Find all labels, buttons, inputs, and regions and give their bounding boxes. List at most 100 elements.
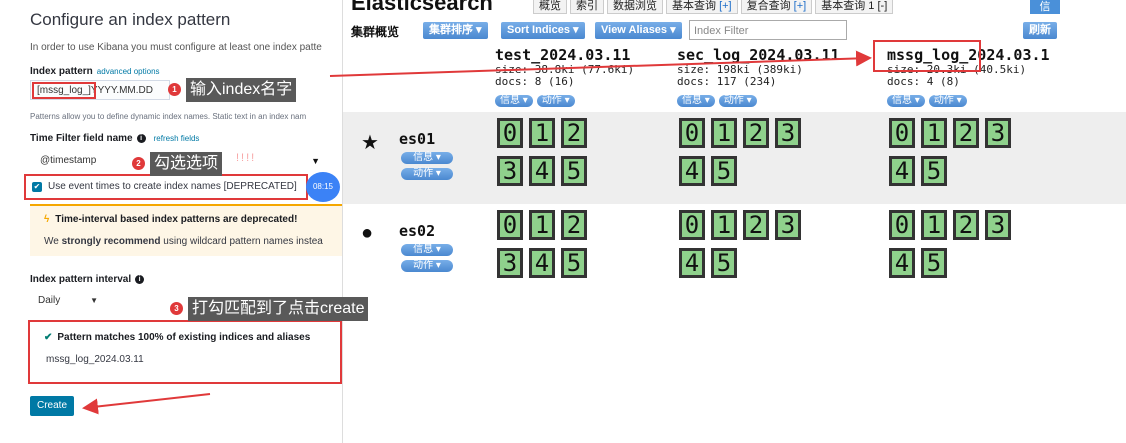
shard-cell[interactable]: 2 <box>561 210 587 240</box>
shard-cell[interactable]: 4 <box>679 248 705 278</box>
shard-cell[interactable]: 0 <box>889 210 915 240</box>
interval-select[interactable]: Daily ▼ <box>30 292 102 310</box>
elasticsearch-head-panel: Elasticsearch 概览 索引 数据浏览 基本查询 [+] 复合查询 [+] 基本… <box>342 0 1126 443</box>
step-2-badge: 2 <box>132 157 145 170</box>
tab-compound-query-label: 复合查询 <box>746 0 791 12</box>
time-field-label-text: Time Filter field name <box>30 133 133 144</box>
top-info-button[interactable]: 信 <box>1030 0 1060 14</box>
shard-cell[interactable]: 0 <box>679 118 705 148</box>
shard-group: 012 345 <box>497 118 667 194</box>
shard-group: 0123 45 <box>679 118 849 194</box>
shard-cell[interactable]: 2 <box>953 210 979 240</box>
time-field-label: Time Filter field name i refresh fields <box>30 133 199 144</box>
shard-cell[interactable]: 0 <box>497 118 523 148</box>
tab-basic-query-1-close[interactable]: [-] <box>877 0 887 12</box>
node-dot-icon: ● <box>361 222 374 244</box>
node-action-button[interactable]: 动作 ▾ <box>401 260 453 272</box>
shard-cell[interactable]: 4 <box>529 248 555 278</box>
shard-cell[interactable]: 5 <box>921 248 947 278</box>
shard-cell[interactable]: 5 <box>921 156 947 186</box>
shard-cell[interactable]: 3 <box>775 118 801 148</box>
shard-group: 0123 45 <box>679 210 849 286</box>
index-input-highlight <box>32 82 96 99</box>
tab-indices[interactable]: 索引 <box>570 0 604 14</box>
shard-cell[interactable]: 2 <box>743 118 769 148</box>
node-action-button[interactable]: 动作 ▾ <box>401 168 453 180</box>
shard-cell[interactable]: 3 <box>985 118 1011 148</box>
tab-overview[interactable]: 概览 <box>533 0 567 14</box>
index-action-button[interactable]: 动作 ▾ <box>718 95 757 107</box>
callout-body-before: We <box>44 236 62 247</box>
intro-text: In order to use Kibana you must configur… <box>30 42 322 53</box>
shard-cell[interactable]: 1 <box>921 118 947 148</box>
view-aliases-button[interactable]: View Aliases ▾ <box>595 22 682 39</box>
index-info-button[interactable]: 信息 ▾ <box>887 95 925 107</box>
mssg-index-highlight <box>873 40 981 72</box>
check-icon: ✔ <box>44 332 53 343</box>
cluster-overview-label: 集群概览 <box>351 25 400 39</box>
event-times-checkbox-label[interactable]: Use event times to create index names [D… <box>48 181 297 192</box>
shard-cell[interactable]: 1 <box>921 210 947 240</box>
shard-cell[interactable]: 4 <box>889 156 915 186</box>
index-action-button[interactable]: 动作 ▾ <box>928 95 967 107</box>
shard-cell[interactable]: 5 <box>561 156 587 186</box>
shard-cell[interactable]: 3 <box>497 156 523 186</box>
node-info-button[interactable]: 信息 ▾ <box>401 152 453 164</box>
time-field-value: @timestamp <box>40 155 97 166</box>
step-2-marks: !!!! <box>236 152 257 164</box>
shard-cell[interactable]: 0 <box>497 210 523 240</box>
advanced-options-link[interactable]: advanced options <box>97 67 160 76</box>
shard-cell[interactable]: 2 <box>561 118 587 148</box>
refresh-button[interactable]: 刷新 <box>1023 22 1057 39</box>
time-badge: 08:15 <box>306 172 340 202</box>
shard-cell[interactable]: 5 <box>711 248 737 278</box>
index-column-test: test_2024.03.11 size: 38.8ki (77.6ki) do… <box>495 46 695 108</box>
tab-basic-query[interactable]: 基本查询 [+] <box>666 0 738 14</box>
tab-basic-query-1[interactable]: 基本查询 1 [-] <box>815 0 894 14</box>
tab-basic-query-label: 基本查询 <box>672 0 716 12</box>
tab-data-browse[interactable]: 数据浏览 <box>607 0 663 14</box>
shard-cell[interactable]: 2 <box>953 118 979 148</box>
index-name: sec_log_2024.03.11 <box>677 46 840 64</box>
shard-cell[interactable]: 1 <box>529 210 555 240</box>
event-times-checkbox[interactable]: ✔ <box>32 182 42 192</box>
shard-cell[interactable]: 1 <box>529 118 555 148</box>
sort-indices-button[interactable]: Sort Indices ▾ <box>501 22 585 39</box>
cluster-sort-button[interactable]: 集群排序 ▾ <box>423 22 488 39</box>
index-docs: docs: 4 (8) <box>887 75 960 88</box>
shard-cell[interactable]: 4 <box>679 156 705 186</box>
node-name: es02 <box>399 222 436 240</box>
node-info-button[interactable]: 信息 ▾ <box>401 244 453 256</box>
refresh-fields-link[interactable]: refresh fields <box>154 134 200 143</box>
callout-body-bold: strongly recommend <box>61 236 161 247</box>
step-3-badge: 3 <box>170 302 183 315</box>
shard-cell[interactable]: 0 <box>679 210 705 240</box>
tab-compound-query-add[interactable]: [+] <box>794 0 807 12</box>
shard-cell[interactable]: 5 <box>711 156 737 186</box>
index-info-button[interactable]: 信息 ▾ <box>495 95 533 107</box>
index-pattern-label: Index pattern advanced options <box>30 66 160 77</box>
index-info-button[interactable]: 信息 ▾ <box>677 95 715 107</box>
shard-cell[interactable]: 3 <box>497 248 523 278</box>
caret-down-icon: ▼ <box>311 156 320 166</box>
bolt-icon: ϟ <box>44 214 50 225</box>
shard-cell[interactable]: 5 <box>561 248 587 278</box>
shard-cell[interactable]: 3 <box>775 210 801 240</box>
shard-cell[interactable]: 0 <box>889 118 915 148</box>
tab-compound-query[interactable]: 复合查询 [+] <box>740 0 813 14</box>
shard-cell[interactable]: 1 <box>711 210 737 240</box>
deprecated-checkbox-highlight: ✔ Use event times to create index names … <box>24 174 308 200</box>
index-name: test_2024.03.11 <box>495 46 631 64</box>
shard-cell[interactable]: 4 <box>889 248 915 278</box>
shard-cell[interactable]: 1 <box>711 118 737 148</box>
index-action-button[interactable]: 动作 ▾ <box>536 95 575 107</box>
index-filter-input[interactable]: Index Filter <box>689 20 847 40</box>
shard-cell[interactable]: 3 <box>985 210 1011 240</box>
es-tab-bar: 概览 索引 数据浏览 基本查询 [+] 复合查询 [+] 基本查询 1 [-] <box>533 0 896 14</box>
master-star-icon: ★ <box>361 132 379 154</box>
info-icon: i <box>136 134 146 143</box>
shard-cell[interactable]: 4 <box>529 156 555 186</box>
create-button[interactable]: Create <box>30 396 74 416</box>
tab-basic-query-add[interactable]: [+] <box>719 0 732 12</box>
shard-cell[interactable]: 2 <box>743 210 769 240</box>
